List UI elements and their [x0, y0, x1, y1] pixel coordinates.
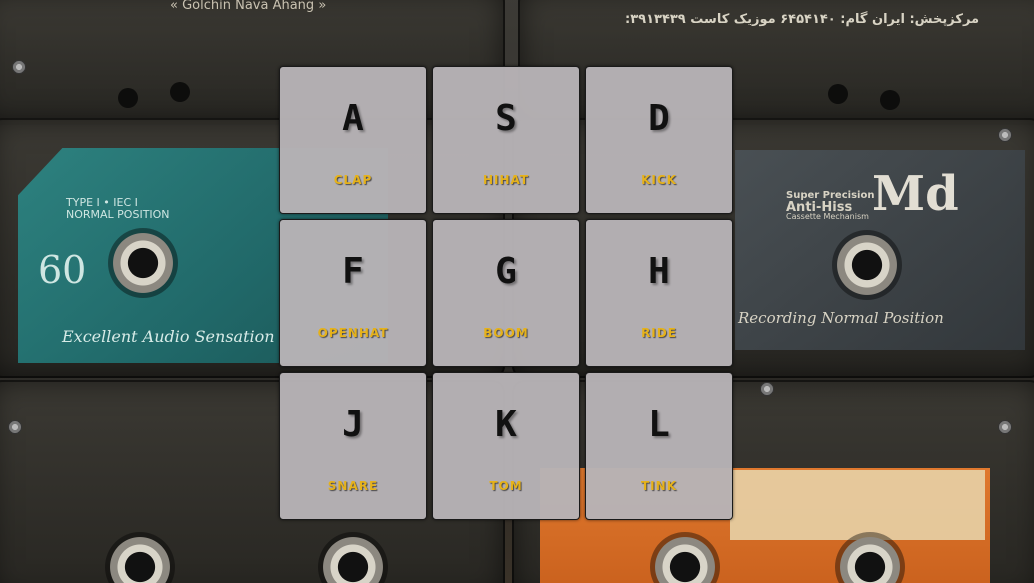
screw-icon [998, 128, 1012, 142]
pad-sound-label: BOOM [483, 326, 529, 340]
pad-key-label: H [648, 251, 670, 292]
tape-reel-icon [108, 228, 178, 298]
drum-pad-h[interactable]: H RIDE [585, 219, 733, 367]
pad-key-label: F [342, 251, 364, 292]
pad-key-label: A [342, 98, 364, 139]
drum-pad-k[interactable]: K TOM [432, 372, 580, 520]
screw-icon [8, 420, 22, 434]
pad-key-label: S [495, 98, 517, 139]
pad-key-label: D [648, 98, 670, 139]
pad-key-label: K [495, 404, 517, 445]
tape-hole [880, 90, 900, 110]
cassette-label-handwritten [730, 470, 985, 540]
pad-key-label: G [495, 251, 517, 292]
screw-icon [12, 60, 26, 74]
pad-sound-label: KICK [641, 173, 677, 187]
drum-pad-s[interactable]: S HIHAT [432, 66, 580, 214]
drum-pad-g[interactable]: G BOOM [432, 219, 580, 367]
pad-sound-label: HIHAT [482, 173, 530, 187]
drum-pad-grid: A CLAP S HIHAT D KICK F OPENHAT G BOOM H… [279, 66, 735, 520]
pad-sound-label: SNARE [327, 479, 379, 493]
screw-icon [760, 382, 774, 396]
pad-sound-label: OPENHAT [317, 326, 389, 340]
drum-pad-l[interactable]: L TINK [585, 372, 733, 520]
drum-pad-f[interactable]: F OPENHAT [279, 219, 427, 367]
pad-sound-label: CLAP [333, 173, 373, 187]
pad-sound-label: TOM [489, 479, 523, 493]
drum-pad-d[interactable]: D KICK [585, 66, 733, 214]
pad-sound-label: TINK [641, 479, 677, 493]
tape-hole [170, 82, 190, 102]
pad-key-label: L [648, 404, 670, 445]
pad-sound-label: RIDE [641, 326, 677, 340]
screw-icon [998, 420, 1012, 434]
drum-pad-a[interactable]: A CLAP [279, 66, 427, 214]
drum-pad-j[interactable]: J SNARE [279, 372, 427, 520]
pad-key-label: J [342, 404, 364, 445]
tape-hole [828, 84, 848, 104]
tape-reel-icon [832, 230, 902, 300]
tape-hole [118, 88, 138, 108]
